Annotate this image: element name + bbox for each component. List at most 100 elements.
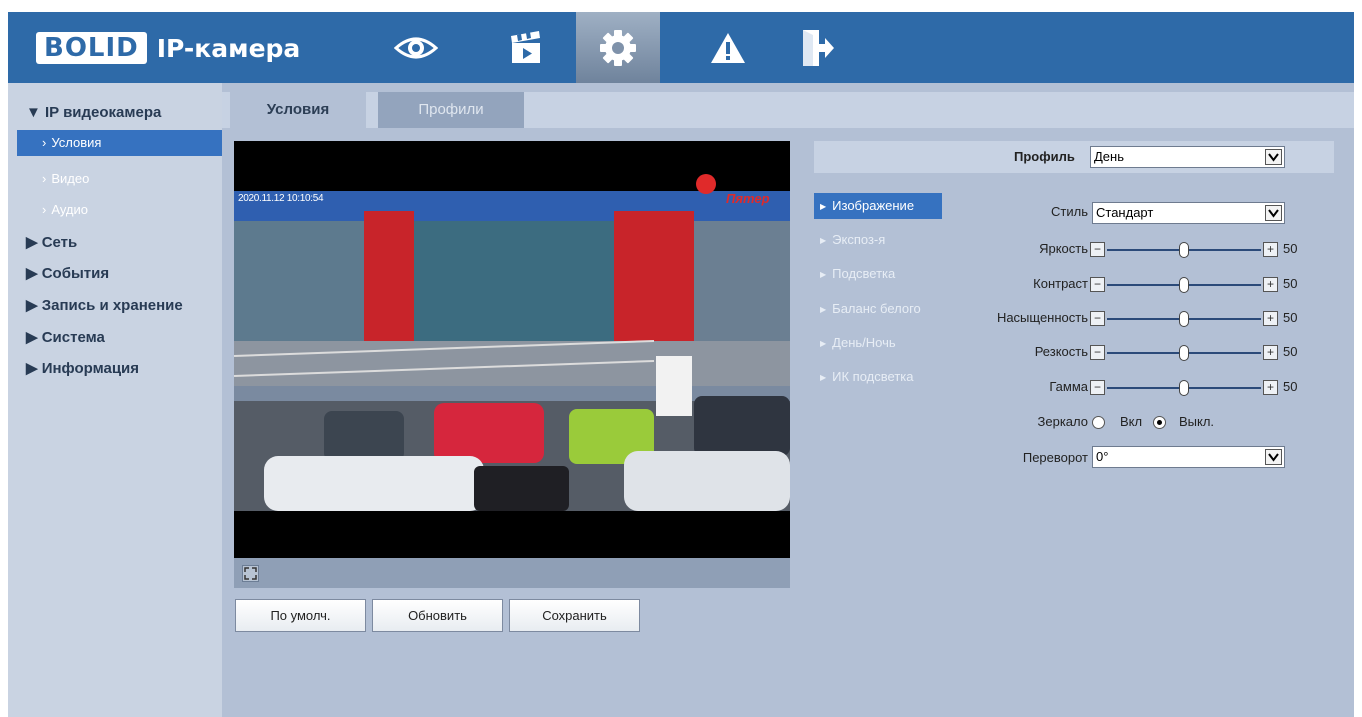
refresh-button[interactable]: Обновить [372, 599, 503, 632]
subnav-label: День/Ночь [832, 335, 896, 350]
sidebar-item-information[interactable]: ▶ Информация [8, 356, 222, 382]
triangle-right-icon: ▶ [820, 236, 827, 245]
slider-label: Яркость [1039, 241, 1088, 256]
slider-value: 50 [1283, 379, 1298, 394]
minus-icon[interactable]: − [1090, 277, 1105, 292]
chevron-right-icon: › [42, 171, 47, 186]
slider[interactable]: − +50 [1090, 276, 1297, 293]
triangle-right-icon: ▶ [820, 270, 827, 279]
profile-label: Профиль [1014, 149, 1075, 164]
slider-thumb[interactable] [1179, 345, 1189, 361]
camera-scene-image [234, 141, 790, 587]
tab-bar: Условия Профили [222, 92, 1354, 128]
tab-profiles[interactable]: Профили [378, 92, 524, 128]
sidebar-item-system[interactable]: ▶ Система [8, 325, 222, 351]
video-toolbar [234, 558, 790, 588]
subnav-ir-light[interactable]: ▶ ИК подсветка [814, 364, 942, 390]
sidebar-item-label: Аудио [51, 202, 89, 217]
flip-select[interactable]: 0° [1092, 446, 1285, 468]
sidebar-item-ip-camera[interactable]: ▼ IP видеокамера [8, 100, 222, 126]
subnav-label: Баланс белого [832, 301, 921, 316]
tab-conditions[interactable]: Условия [230, 92, 366, 128]
slider-thumb[interactable] [1179, 277, 1189, 293]
fullscreen-button[interactable] [242, 565, 259, 582]
subnav-image[interactable]: ▶ Изображение [814, 193, 942, 219]
slider-value: 50 [1283, 241, 1298, 256]
mirror-off-radio[interactable] [1153, 416, 1166, 429]
slider[interactable]: − +50 [1090, 379, 1297, 396]
slider[interactable]: − +50 [1090, 344, 1297, 361]
flip-select-value: 0° [1096, 449, 1109, 464]
save-button[interactable]: Сохранить [509, 599, 640, 632]
nav-playback[interactable] [492, 12, 560, 83]
minus-icon[interactable]: − [1090, 380, 1105, 395]
osd-timestamp: 2020.11.12 10:10:54 [238, 193, 324, 204]
fullscreen-icon [244, 567, 257, 580]
subnav-label: Подсветка [832, 266, 896, 281]
minus-icon[interactable]: − [1090, 311, 1105, 326]
subnav-label: Изображение [832, 198, 915, 213]
plus-icon[interactable]: + [1263, 345, 1278, 360]
slider-thumb[interactable] [1179, 242, 1189, 258]
subnav-exposure[interactable]: ▶ Экспоз-я [814, 227, 942, 253]
minus-icon[interactable]: − [1090, 345, 1105, 360]
profile-bar: Профиль День [814, 141, 1334, 173]
sidebar-item-recording-storage[interactable]: ▶ Запись и хранение [8, 293, 222, 319]
flip-label: Переворот [1022, 450, 1088, 465]
triangle-right-icon: ▶ [820, 373, 827, 382]
slider-label: Резкость [1034, 344, 1088, 359]
mirror-on-radio[interactable] [1092, 416, 1105, 429]
nav-alarm[interactable] [694, 12, 762, 83]
video-preview: 2020.11.12 10:10:54 Пятер [234, 141, 790, 587]
profile-select[interactable]: День [1090, 146, 1285, 168]
triangle-right-icon: ▶ [820, 339, 827, 348]
logout-icon [803, 29, 834, 66]
subnav-white-balance[interactable]: ▶ Баланс белого [814, 296, 942, 322]
sidebar-item-network[interactable]: ▶ Сеть [8, 230, 222, 256]
plus-icon[interactable]: + [1263, 277, 1278, 292]
slider-thumb[interactable] [1179, 311, 1189, 327]
chevron-down-icon [1265, 149, 1282, 165]
style-select[interactable]: Стандарт [1092, 202, 1285, 224]
mirror-off-label: Выкл. [1179, 414, 1215, 429]
nav-live-view[interactable] [382, 12, 450, 83]
style-select-value: Стандарт [1096, 205, 1154, 220]
slider-value: 50 [1283, 276, 1298, 291]
subnav-backlight[interactable]: ▶ Подсветка [814, 261, 942, 287]
nav-logout[interactable] [784, 12, 852, 83]
subnav-day-night[interactable]: ▶ День/Ночь [814, 330, 942, 356]
store-sign-text: Пятер [726, 191, 770, 206]
slider-label: Насыщенность [996, 310, 1088, 325]
sidebar-item-video[interactable]: › Видео [8, 166, 222, 192]
eye-icon [394, 37, 438, 58]
sidebar-item-label: Условия [51, 135, 102, 150]
default-button[interactable]: По умолч. [235, 599, 366, 632]
sidebar-item-events[interactable]: ▶ События [8, 261, 222, 287]
mirror-label: Зеркало [1037, 414, 1088, 429]
minus-icon[interactable]: − [1090, 242, 1105, 257]
triangle-right-icon: ▶ [820, 202, 827, 211]
slider-thumb[interactable] [1179, 380, 1189, 396]
slider[interactable]: − +50 [1090, 310, 1297, 327]
style-label: Стиль [1051, 204, 1088, 219]
profile-select-value: День [1094, 149, 1124, 164]
slider-label: Контраст [1033, 276, 1088, 291]
slider[interactable]: − +50 [1090, 241, 1297, 258]
sidebar-item-conditions[interactable]: › Условия [17, 130, 229, 156]
plus-icon[interactable]: + [1263, 380, 1278, 395]
mirror-on-label: Вкл [1120, 414, 1143, 429]
sidebar-item-audio[interactable]: › Аудио [8, 197, 222, 223]
plus-icon[interactable]: + [1263, 311, 1278, 326]
slider-value: 50 [1283, 344, 1298, 359]
sidebar: ▼ IP видеокамера › Условия › Видео › Аудио … [8, 83, 229, 717]
subnav-label: ИК подсветка [832, 369, 914, 384]
plus-icon[interactable]: + [1263, 242, 1278, 257]
chevron-down-icon [1265, 449, 1282, 465]
chevron-down-icon [1265, 205, 1282, 221]
logo-brand: BOLID [36, 32, 147, 64]
top-header: BOLID IP-камера [8, 12, 1354, 83]
subnav-label: Экспоз-я [832, 232, 886, 247]
triangle-right-icon: ▶ [820, 305, 827, 314]
logo-product: IP-камера [156, 33, 301, 63]
nav-settings[interactable] [576, 12, 660, 83]
